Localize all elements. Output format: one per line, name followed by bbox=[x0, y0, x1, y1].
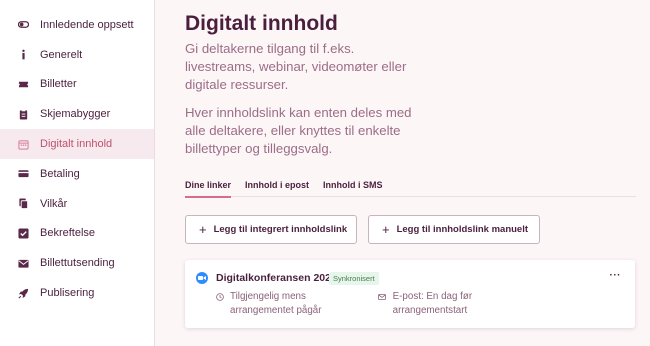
tab-innhold-i-sms[interactable]: Innhold i SMS bbox=[323, 180, 383, 197]
sidebar-item-label: Betaling bbox=[40, 167, 80, 180]
sidebar-item-label: Digitalt innhold bbox=[40, 138, 113, 151]
copy-icon bbox=[17, 198, 29, 210]
sidebar-item-billetter[interactable]: Billetter bbox=[0, 70, 154, 100]
email-text: E-post: En dag før arrangementstart bbox=[392, 291, 473, 316]
zoom-video-icon bbox=[196, 272, 208, 284]
content-link-card[interactable]: Digitalkonferansen 2023 Synkronisert ···… bbox=[185, 260, 635, 328]
sidebar-item-label: Innledende oppsett bbox=[40, 18, 134, 31]
add-integrated-link-label: Legg til integrert innholdslink bbox=[213, 224, 348, 235]
plus-icon: + bbox=[382, 222, 390, 237]
sidebar-item-label: Billettutsending bbox=[40, 257, 115, 270]
credit-card-icon bbox=[17, 168, 29, 180]
clock-icon bbox=[216, 290, 224, 317]
sidebar: Innledende oppsett Generelt Billetter Sk… bbox=[0, 0, 155, 346]
content-tabs: Dine linker Innhold i epost Innhold i SM… bbox=[185, 180, 636, 198]
ticket-icon bbox=[17, 78, 29, 90]
check-square-icon bbox=[17, 227, 29, 239]
sidebar-item-generelt[interactable]: Generelt bbox=[0, 40, 154, 70]
sidebar-item-billettutsending[interactable]: Billettutsending bbox=[0, 248, 154, 278]
sidebar-item-label: Publisering bbox=[40, 287, 95, 300]
tab-innhold-i-epost[interactable]: Innhold i epost bbox=[245, 180, 309, 197]
add-manual-link-button[interactable]: + Legg til innholdslink manuelt bbox=[368, 215, 540, 244]
sidebar-item-publisering[interactable]: Publisering bbox=[0, 278, 154, 308]
sidebar-item-label: Generelt bbox=[40, 48, 83, 61]
sidebar-item-digitalt-innhold[interactable]: Digitalt innhold bbox=[0, 129, 154, 159]
more-options-icon[interactable]: ··· bbox=[610, 270, 622, 281]
add-manual-link-label: Legg til innholdslink manuelt bbox=[396, 224, 529, 235]
sidebar-item-label: Billetter bbox=[40, 78, 77, 91]
plus-icon: + bbox=[199, 222, 207, 237]
info-icon bbox=[17, 49, 29, 61]
sidebar-item-betaling[interactable]: Betaling bbox=[0, 159, 154, 189]
add-integrated-link-button[interactable]: + Legg til integrert innholdslink bbox=[185, 215, 357, 244]
sidebar-item-label: Skjemabygger bbox=[40, 108, 111, 121]
page-title: Digitalt innhold bbox=[185, 12, 338, 35]
status-badge: Synkronisert bbox=[329, 272, 379, 285]
mail-icon bbox=[17, 257, 29, 269]
tab-dine-linker[interactable]: Dine linker bbox=[185, 180, 232, 198]
rocket-icon bbox=[17, 287, 29, 299]
main-content: Digitalt innhold Gi deltakerne tilgang t… bbox=[156, 0, 650, 346]
toggle-icon bbox=[17, 19, 29, 31]
calendar-icon bbox=[17, 138, 29, 150]
email-info: E-post: En dag før arrangementstart bbox=[378, 290, 528, 317]
sidebar-item-skjemabygger[interactable]: Skjemabygger bbox=[0, 99, 154, 129]
card-title: Digitalkonferansen 2023 bbox=[216, 272, 337, 284]
sidebar-item-vilkar[interactable]: Vilkår bbox=[0, 189, 154, 219]
availability-text: Tilgjengelig mens arrangementet pågår bbox=[230, 291, 322, 316]
page-description: Gi deltakerne tilgang til f.eks. livestr… bbox=[185, 41, 407, 92]
sidebar-item-innledende-oppsett[interactable]: Innledende oppsett bbox=[0, 10, 154, 40]
sidebar-item-label: Vilkår bbox=[40, 197, 68, 210]
sidebar-item-label: Bekreftelse bbox=[40, 227, 96, 240]
sidebar-item-bekreftelse[interactable]: Bekreftelse bbox=[0, 219, 154, 249]
availability-info: Tilgjengelig mens arrangementet pågår bbox=[216, 290, 366, 317]
mail-icon bbox=[378, 290, 387, 317]
clipboard-icon bbox=[17, 108, 29, 120]
page-description-secondary: Hver innholdslink kan enten deles med al… bbox=[185, 105, 412, 156]
